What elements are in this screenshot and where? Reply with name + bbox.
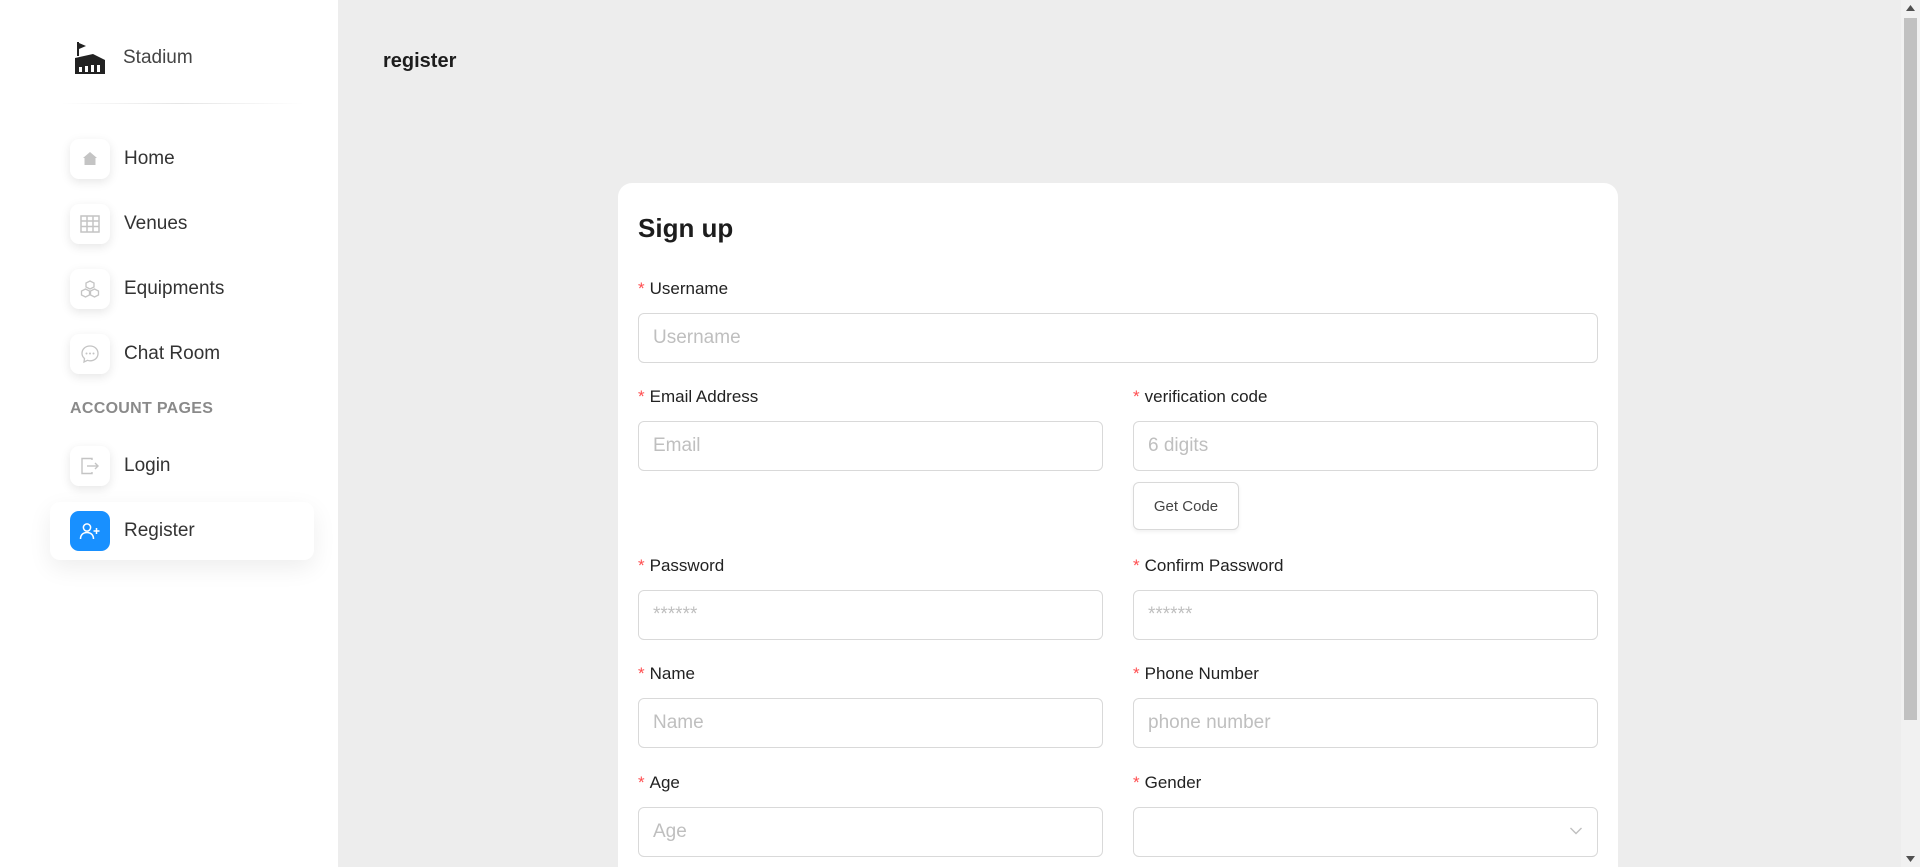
gender-label-text: Gender [1144, 773, 1202, 792]
chevron-down-icon [1569, 823, 1583, 841]
signup-card: Sign up * Username * Email Address * ver… [618, 183, 1618, 867]
required-mark: * [638, 279, 645, 298]
sidebar-item-equipments[interactable]: Equipments [50, 260, 314, 318]
sidebar: Stadium Home Venues Equipments Chat Room… [0, 0, 338, 867]
verification-code-input[interactable] [1133, 421, 1598, 471]
required-mark: * [638, 664, 645, 683]
login-icon [70, 446, 110, 486]
age-label: * Age [638, 773, 680, 793]
brand[interactable]: Stadium [73, 40, 193, 76]
sidebar-item-label: Equipments [124, 278, 225, 299]
password-label: * Password [638, 556, 724, 576]
age-label-text: Age [649, 773, 680, 792]
gender-select[interactable] [1133, 807, 1598, 857]
cubes-icon [70, 269, 110, 309]
username-label-text: Username [649, 279, 729, 298]
email-input[interactable] [638, 421, 1103, 471]
sidebar-item-label: Venues [124, 213, 188, 234]
required-mark: * [1133, 773, 1140, 792]
name-label-text: Name [649, 664, 695, 683]
sidebar-item-label: Register [124, 520, 195, 541]
username-label: * Username [638, 279, 728, 299]
stadium-icon [73, 40, 107, 76]
scroll-thumb[interactable] [1904, 18, 1917, 720]
phone-number-label-text: Phone Number [1144, 664, 1259, 683]
brand-name: Stadium [123, 47, 193, 68]
page-title: register [383, 50, 457, 72]
sidebar-item-login[interactable]: Login [50, 437, 314, 495]
scroll-up-icon[interactable] [1901, 0, 1920, 16]
email-label: * Email Address [638, 387, 758, 407]
get-code-button[interactable]: Get Code [1133, 482, 1239, 530]
sidebar-item-register[interactable]: Register [50, 502, 314, 560]
phone-number-input[interactable] [1133, 698, 1598, 748]
age-input[interactable] [638, 807, 1103, 857]
section-title-account-pages: ACCOUNT PAGES [70, 400, 214, 417]
name-input[interactable] [638, 698, 1103, 748]
sidebar-item-label: Home [124, 148, 175, 169]
add-user-icon [70, 511, 110, 551]
required-mark: * [1133, 664, 1140, 683]
gender-label: * Gender [1133, 773, 1201, 793]
scrollbar[interactable] [1901, 0, 1920, 867]
sidebar-item-label: Chat Room [124, 343, 221, 364]
sidebar-item-venues[interactable]: Venues [50, 195, 314, 253]
home-icon [70, 139, 110, 179]
sidebar-item-label: Login [124, 455, 171, 476]
phone-number-label: * Phone Number [1133, 664, 1259, 684]
scroll-down-icon[interactable] [1901, 851, 1920, 867]
username-input[interactable] [638, 313, 1598, 363]
email-label-text: Email Address [649, 387, 759, 406]
required-mark: * [638, 773, 645, 792]
sidebar-item-home[interactable]: Home [50, 130, 314, 188]
sidebar-item-chat-room[interactable]: Chat Room [50, 325, 314, 383]
password-label-text: Password [649, 556, 725, 575]
required-mark: * [638, 556, 645, 575]
required-mark: * [1133, 556, 1140, 575]
verification-code-label: * verification code [1133, 387, 1267, 407]
confirm-password-input[interactable] [1133, 590, 1598, 640]
required-mark: * [1133, 387, 1140, 406]
table-icon [70, 204, 110, 244]
required-mark: * [638, 387, 645, 406]
verification-code-label-text: verification code [1144, 387, 1268, 406]
card-title: Sign up [638, 213, 734, 243]
name-label: * Name [638, 664, 695, 684]
divider [60, 103, 304, 104]
confirm-password-label-text: Confirm Password [1144, 556, 1284, 575]
chat-icon [70, 334, 110, 374]
confirm-password-label: * Confirm Password [1133, 556, 1284, 576]
password-input[interactable] [638, 590, 1103, 640]
